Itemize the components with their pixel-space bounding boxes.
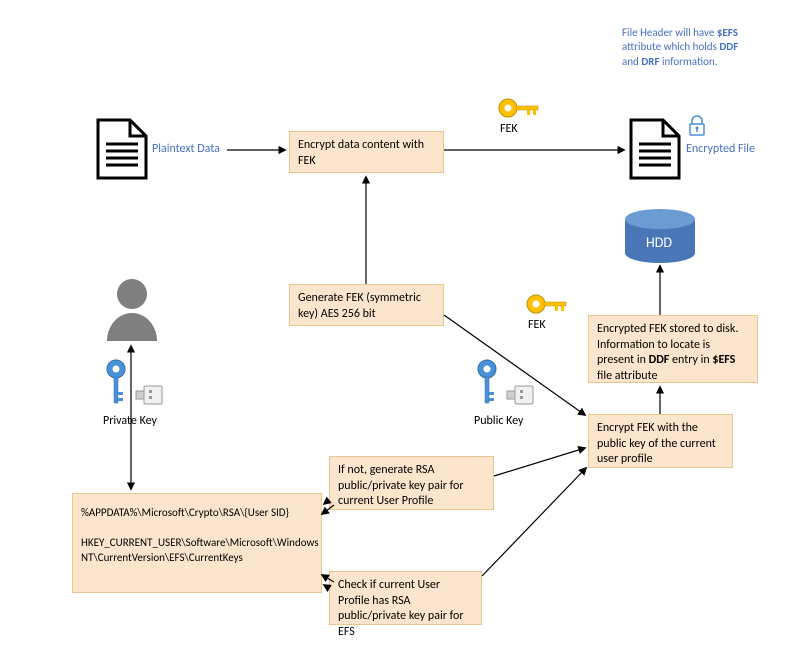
check-rsa-box: Check if current User Profile has RSA pu… <box>329 571 482 625</box>
encrypt-data-box: Encrypt data content with FEK <box>289 131 444 173</box>
gen-rsa-box: If not, generate RSA public/private key … <box>329 456 494 510</box>
lock-icon <box>688 115 706 142</box>
paths-line1: %APPDATA%\Microsoft\Crypto\RSA\{User SID… <box>81 506 313 520</box>
key-icon-yellow-top <box>497 96 541 125</box>
file-header-note: File Header will have $EFS attribute whi… <box>622 26 752 69</box>
encrypted-document-icon <box>629 118 681 185</box>
document-icon <box>96 118 148 185</box>
header-line1b: attribute which holds <box>622 40 719 53</box>
generate-fek-box: Generate FEK (symmetric key) AES 256 bit <box>289 284 444 326</box>
usb-icon-private <box>134 384 164 411</box>
key-icon-blue-private <box>102 358 130 411</box>
efek-ddf: DDF <box>649 353 670 367</box>
hdd-label: HDD <box>646 234 672 251</box>
fek-mid-label: FEK <box>528 318 546 332</box>
header-line2: information. <box>660 55 718 68</box>
private-key-label: Private Key <box>103 414 157 428</box>
header-drf: DRF <box>641 55 659 68</box>
user-icon <box>101 275 163 348</box>
key-icon-blue-public <box>473 358 501 411</box>
encrypted-fek-box: Encrypted FEK stored to disk. Informatio… <box>588 315 758 383</box>
header-line1a: File Header will have <box>622 26 717 39</box>
plaintext-label: Plaintext Data <box>152 142 220 156</box>
usb-icon-public <box>505 384 535 411</box>
efek-c: file attribute <box>597 369 657 383</box>
fek-top-label: FEK <box>500 122 518 136</box>
encrypted-file-label: Encrypted File <box>686 142 755 156</box>
encrypt-fek-pub-box: Encrypt FEK with the public key of the c… <box>588 414 733 468</box>
paths-line2: HKEY_CURRENT_USER\Software\Microsoft\Win… <box>81 536 313 565</box>
public-key-label: Public Key <box>474 414 523 428</box>
paths-box: %APPDATA%\Microsoft\Crypto\RSA\{User SID… <box>72 493 322 593</box>
header-and: and <box>622 55 641 68</box>
key-icon-yellow-mid <box>525 292 569 321</box>
header-ddf: DDF <box>719 40 738 53</box>
efek-b: entry in <box>669 353 712 367</box>
header-efs: $EFS <box>717 26 738 39</box>
efek-efs: $EFS <box>712 353 735 367</box>
